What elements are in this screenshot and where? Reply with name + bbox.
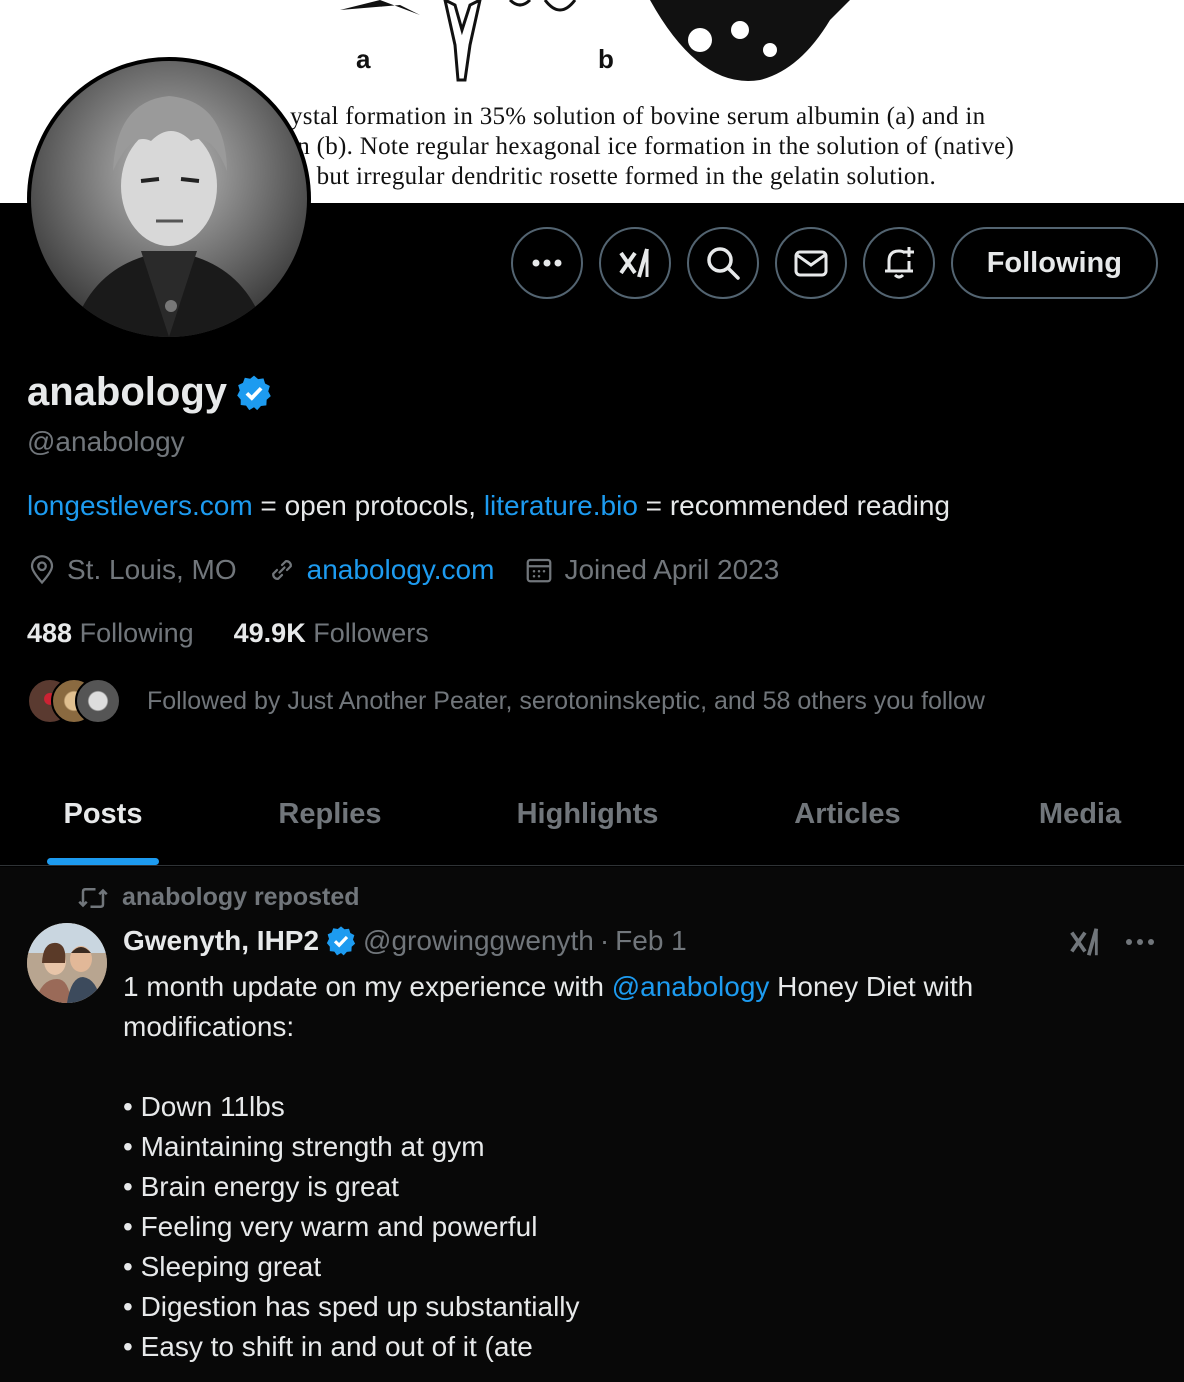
profile-tabs: Posts Replies Highlights Articles Media bbox=[0, 762, 1184, 866]
profile-meta: St. Louis, MO anabology.com Joined April… bbox=[27, 554, 779, 586]
joined-date: Joined April 2023 bbox=[524, 554, 779, 586]
caption-line: in (b). Note regular hexagonal ice forma… bbox=[290, 133, 1015, 160]
bio-link-longestlevers[interactable]: longestlevers.com bbox=[27, 490, 253, 521]
profile-avatar[interactable] bbox=[27, 57, 311, 341]
banner-caption: ystal formation in 35% solution of bovin… bbox=[290, 102, 1170, 192]
followers-count-link[interactable]: 49.9K Followers bbox=[234, 618, 429, 649]
following-button[interactable]: Following bbox=[950, 227, 1158, 299]
post-line: modifications: bbox=[123, 1011, 295, 1042]
tab-replies[interactable]: Replies bbox=[260, 762, 400, 866]
more-icon bbox=[532, 259, 562, 267]
profile-stats: 488 Following 49.9K Followers bbox=[27, 618, 429, 649]
followed-by-avatars bbox=[27, 678, 123, 724]
post-line: 1 month update on my experience with @an… bbox=[123, 967, 1133, 1007]
profile-handle: @anabology bbox=[27, 426, 185, 457]
bullet-item: • Easy to shift in and out of it (ate bbox=[123, 1331, 533, 1362]
bullet-item: • Down 11lbs bbox=[123, 1091, 285, 1122]
search-icon bbox=[706, 247, 740, 280]
figure-label-b: b bbox=[598, 44, 614, 74]
search-button[interactable] bbox=[686, 227, 759, 299]
avatar bbox=[75, 678, 121, 724]
link-icon bbox=[271, 560, 292, 580]
grok-button[interactable] bbox=[598, 227, 671, 299]
message-icon bbox=[794, 250, 828, 277]
verified-badge-icon[interactable] bbox=[235, 374, 273, 412]
profile-bio: longestlevers.com = open protocols, lite… bbox=[27, 490, 950, 522]
bullet-item: • Brain energy is great bbox=[123, 1171, 399, 1202]
calendar-icon bbox=[527, 558, 552, 583]
tab-articles[interactable]: Articles bbox=[780, 762, 915, 866]
post-author-avatar[interactable] bbox=[27, 923, 107, 1003]
post-author-name[interactable]: Gwenyth, IHP2 bbox=[123, 925, 319, 957]
tab-posts[interactable]: Posts bbox=[47, 762, 159, 866]
notify-button[interactable] bbox=[862, 227, 935, 299]
followers-count: 49.9K bbox=[233, 618, 306, 648]
website: anabology.com bbox=[267, 554, 495, 586]
repost-icon bbox=[78, 887, 108, 908]
figure-label-a: a bbox=[356, 44, 371, 74]
avatar-illustration bbox=[27, 923, 107, 1003]
repost-indicator: anabology reposted bbox=[78, 883, 360, 912]
tab-media[interactable]: Media bbox=[1025, 762, 1135, 866]
post[interactable]: anabology reposted Gwenyth, IHP2 @growin… bbox=[0, 867, 1184, 1382]
following-label: Following bbox=[79, 618, 194, 648]
joined-text: Joined April 2023 bbox=[564, 554, 780, 585]
followed-by-text: Followed by Just Another Peater, seroton… bbox=[147, 686, 985, 715]
post-text: 1 month update on my experience with @an… bbox=[123, 967, 1133, 1367]
tab-highlights[interactable]: Highlights bbox=[500, 762, 675, 866]
verified-badge-icon bbox=[326, 926, 356, 956]
bio-link-literature[interactable]: literature.bio bbox=[484, 490, 638, 521]
separator: · bbox=[599, 925, 610, 956]
more-button[interactable] bbox=[510, 227, 583, 299]
website-link[interactable]: anabology.com bbox=[307, 554, 495, 586]
bullet-item: • Feeling very warm and powerful bbox=[123, 1211, 538, 1242]
grok-icon bbox=[619, 248, 649, 278]
notify-icon bbox=[884, 247, 914, 279]
following-count-link[interactable]: 488 Following bbox=[27, 618, 194, 649]
location-text: St. Louis, MO bbox=[67, 554, 237, 585]
active-tab-indicator bbox=[47, 858, 159, 865]
following-count: 488 bbox=[27, 618, 73, 648]
followers-label: Followers bbox=[313, 618, 429, 648]
caption-line: in but irregular dendritic rosette forme… bbox=[290, 163, 937, 190]
bullet-item: • Maintaining strength at gym bbox=[123, 1131, 485, 1162]
repost-label[interactable]: anabology reposted bbox=[122, 883, 360, 912]
caption-line: ystal formation in 35% solution of bovin… bbox=[290, 103, 986, 130]
post-text-segment: 1 month update on my experience with bbox=[123, 971, 612, 1002]
profile-actions: Following bbox=[510, 227, 1158, 299]
grok-icon[interactable] bbox=[1068, 925, 1102, 959]
post-text-segment: Honey Diet with bbox=[769, 971, 974, 1002]
bio-text: = recommended reading bbox=[637, 490, 950, 521]
avatar-illustration bbox=[31, 61, 307, 337]
mention-link[interactable]: @anabology bbox=[612, 971, 770, 1002]
more-icon[interactable] bbox=[1124, 929, 1156, 955]
message-button[interactable] bbox=[774, 227, 847, 299]
bullet-item: • Digestion has sped up substantially bbox=[123, 1291, 580, 1322]
bio-text: = open protocols, bbox=[252, 490, 484, 521]
post-author-handle[interactable]: @growinggwenyth bbox=[363, 925, 594, 957]
profile-name-row: anabology bbox=[27, 370, 273, 415]
bullet-item: • Sleeping great bbox=[123, 1251, 322, 1282]
post-header: Gwenyth, IHP2 @growinggwenyth · Feb 1 bbox=[123, 925, 687, 957]
location: St. Louis, MO bbox=[27, 554, 237, 586]
location-pin-icon bbox=[30, 555, 54, 585]
post-date[interactable]: Feb 1 bbox=[615, 925, 687, 957]
followed-by[interactable]: Followed by Just Another Peater, seroton… bbox=[27, 678, 985, 724]
display-name: anabology bbox=[27, 370, 228, 414]
